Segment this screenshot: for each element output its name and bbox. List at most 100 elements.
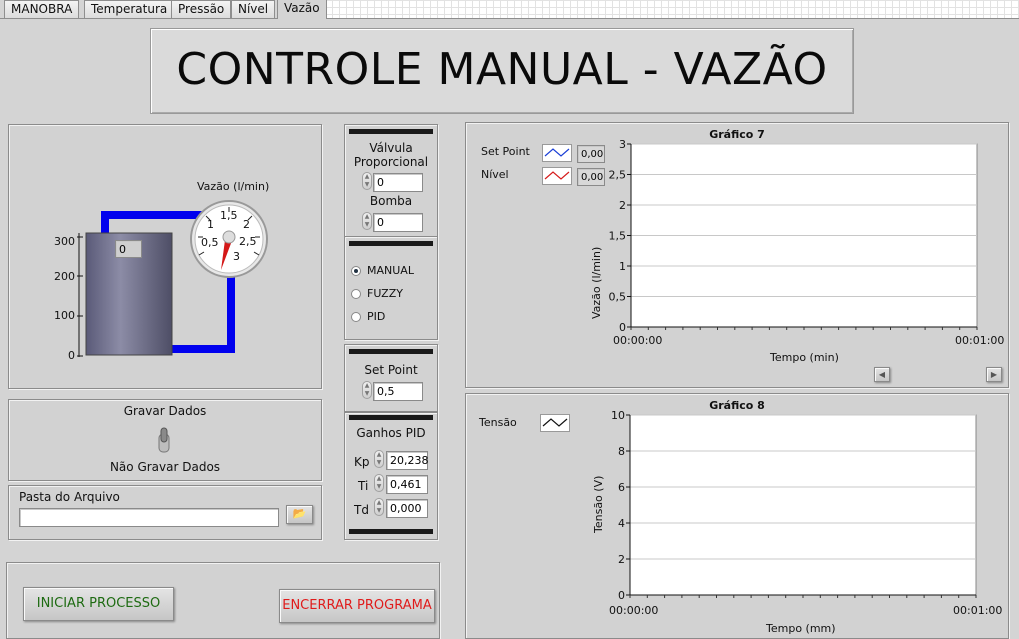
tab-strip-line (0, 18, 1019, 19)
radio-indicator-manual[interactable] (351, 266, 361, 276)
page-title: CONTROLE MANUAL - VAZÃO (176, 44, 828, 95)
chart-7-scroll-left-button[interactable]: ◀ (874, 367, 890, 382)
y-tick-label: 1,5 (609, 230, 627, 243)
valve-spinner[interactable]: ▲ ▼ (362, 172, 372, 190)
chart-7-scroll-right-button[interactable]: ▶ (986, 367, 1002, 382)
panel-divider (349, 415, 433, 420)
chart-7-xtick-end: 00:01:00 (955, 334, 1005, 347)
chart-7-xtick-start: 00:00:00 (613, 334, 663, 347)
tab-nivel[interactable]: Nível (231, 0, 276, 18)
chart-8-legend-tensao-swatch[interactable] (540, 414, 570, 432)
mode-pid-radio[interactable] (351, 312, 361, 322)
y-tick-label: 1 (619, 260, 626, 273)
y-tick-label: 0 (618, 589, 625, 602)
folder-open-icon: 📂 (292, 507, 307, 520)
valve-input[interactable]: 0 (373, 173, 423, 192)
tank-level-display: 0 (115, 240, 142, 258)
y-tick-label: 0 (619, 321, 626, 334)
pid-title: Ganhos PID (356, 426, 426, 440)
record-panel: Gravar Dados Não Gravar Dados (8, 399, 322, 481)
y-tick-label: 10 (611, 410, 625, 422)
gauge-tick-2-5: 2,5 (239, 235, 257, 248)
mode-fuzzy-label[interactable]: FUZZY (367, 287, 403, 300)
mode-fuzzy-radio[interactable] (351, 289, 361, 299)
y-tick-label: 2,5 (609, 169, 627, 182)
kp-spinner[interactable]: ▲ ▼ (374, 450, 384, 468)
radio-indicator-pid[interactable] (351, 312, 361, 322)
panel-divider (349, 349, 433, 354)
chart-7-legend-nivel-swatch[interactable] (542, 167, 572, 185)
y-tick-label: 0,5 (609, 291, 627, 304)
ti-input[interactable]: 0,461 (386, 475, 428, 494)
valve-label: Válvula Proporcional (353, 141, 429, 169)
chart-8-legend-tensao-label: Tensão (479, 416, 517, 429)
chart-7-xlabel: Tempo (min) (770, 351, 839, 364)
tab-vazao[interactable]: Vazão (277, 0, 327, 19)
chart-7-panel: Gráfico 7 Set Point 0,00 Nível 0,00 Vazã… (465, 122, 1009, 388)
td-input[interactable]: 0,000 (386, 499, 428, 518)
setpoint-label: Set Point (364, 363, 418, 377)
folder-path-input[interactable] (19, 508, 279, 527)
ti-label: Ti (358, 479, 369, 493)
tab-pressao[interactable]: Pressão (171, 0, 232, 18)
plot-area (629, 414, 977, 596)
gauge-tick-2: 2 (243, 218, 250, 231)
mode-manual-radio[interactable] (351, 266, 361, 276)
td-spinner[interactable]: ▲ ▼ (374, 498, 384, 516)
record-title: Gravar Dados (123, 404, 207, 418)
y-tick-label: 3 (619, 139, 626, 151)
chart-7-legend-nivel-label: Nível (481, 168, 509, 181)
page-title-box: CONTROLE MANUAL - VAZÃO (150, 28, 854, 114)
gauge-tick-1: 1 (207, 218, 214, 231)
mode-manual-label[interactable]: MANUAL (367, 264, 414, 277)
panel-divider (349, 129, 433, 134)
start-process-button[interactable]: INICIAR PROCESSO (23, 587, 174, 621)
setpoint-panel: Set Point ▲ ▼ 0,5 (344, 344, 438, 412)
record-toggle-switch[interactable] (156, 426, 172, 454)
tab-temperatura[interactable]: Temperatura (84, 0, 175, 18)
chart-8-xlabel: Tempo (mm) (766, 622, 836, 635)
tab-manobra[interactable]: MANOBRA (4, 0, 80, 18)
mode-panel: MANUAL FUZZY PID (344, 236, 438, 340)
chart-8-plot: 10 8 6 4 2 0 (611, 410, 977, 602)
ti-spinner[interactable]: ▲ ▼ (374, 474, 384, 492)
mode-pid-label[interactable]: PID (367, 310, 385, 323)
panel-divider (349, 241, 433, 246)
setpoint-input[interactable]: 0,5 (373, 382, 423, 401)
pump-spinner[interactable]: ▲ ▼ (362, 212, 372, 230)
pump-input[interactable]: 0 (373, 213, 423, 232)
gauge-tick-1-5: 1,5 (220, 209, 238, 222)
td-label: Td (354, 503, 369, 517)
panel-divider (349, 529, 433, 534)
folder-browse-button[interactable]: 📂 (286, 505, 313, 524)
gauge-tick-0-5: 0,5 (201, 236, 219, 249)
gauge-label: Vazão (l/min) (197, 180, 270, 193)
y-tick-label: 6 (618, 481, 625, 494)
chart-8-xtick-start: 00:00:00 (609, 604, 659, 617)
pump-label: Bomba (369, 194, 413, 208)
y-tick-label: 2 (619, 199, 626, 212)
setpoint-spinner[interactable]: ▲ ▼ (362, 381, 372, 399)
chart-8-panel: Gráfico 8 Tensão Tensão (V) 10 8 6 4 2 0 00:0… (465, 393, 1009, 639)
y-tick-label: 2 (618, 553, 625, 566)
tank-diagram (77, 200, 268, 357)
kp-label: Kp (354, 455, 370, 469)
pid-panel: Ganhos PID Kp ▲ ▼ 20,238 Ti ▲ ▼ 0,461 Td ▲… (344, 412, 438, 540)
record-state-label: Não Gravar Dados (109, 460, 221, 474)
folder-label: Pasta do Arquivo (19, 490, 120, 504)
chart-8-xtick-end: 00:01:00 (953, 604, 1003, 617)
tank-panel: 300 200 100 0 0 Vazão (l/min) 1,5 1 2 0,… (8, 124, 322, 389)
y-tick-label: 4 (618, 517, 625, 530)
valve-pump-panel: Válvula Proporcional ▲ ▼ 0 Bomba ▲ ▼ 0 (344, 124, 438, 240)
stop-program-button[interactable]: ENCERRAR PROGRAMA (279, 589, 435, 623)
chart-7-legend-setpoint-label: Set Point (481, 145, 530, 158)
chart-7-legend-setpoint-swatch[interactable] (542, 144, 572, 162)
y-tick-label: 8 (618, 445, 625, 458)
radio-indicator-fuzzy[interactable] (351, 289, 361, 299)
kp-input[interactable]: 20,238 (386, 451, 429, 470)
folder-panel: Pasta do Arquivo 📂 (8, 485, 322, 540)
tab-strip-background (325, 0, 1019, 19)
action-panel: INICIAR PROCESSO ENCERRAR PROGRAMA (6, 562, 440, 639)
gauge-tick-3: 3 (233, 250, 240, 263)
chart-7-plot: 3 2,5 2 1,5 1 0,5 0 (609, 139, 978, 334)
